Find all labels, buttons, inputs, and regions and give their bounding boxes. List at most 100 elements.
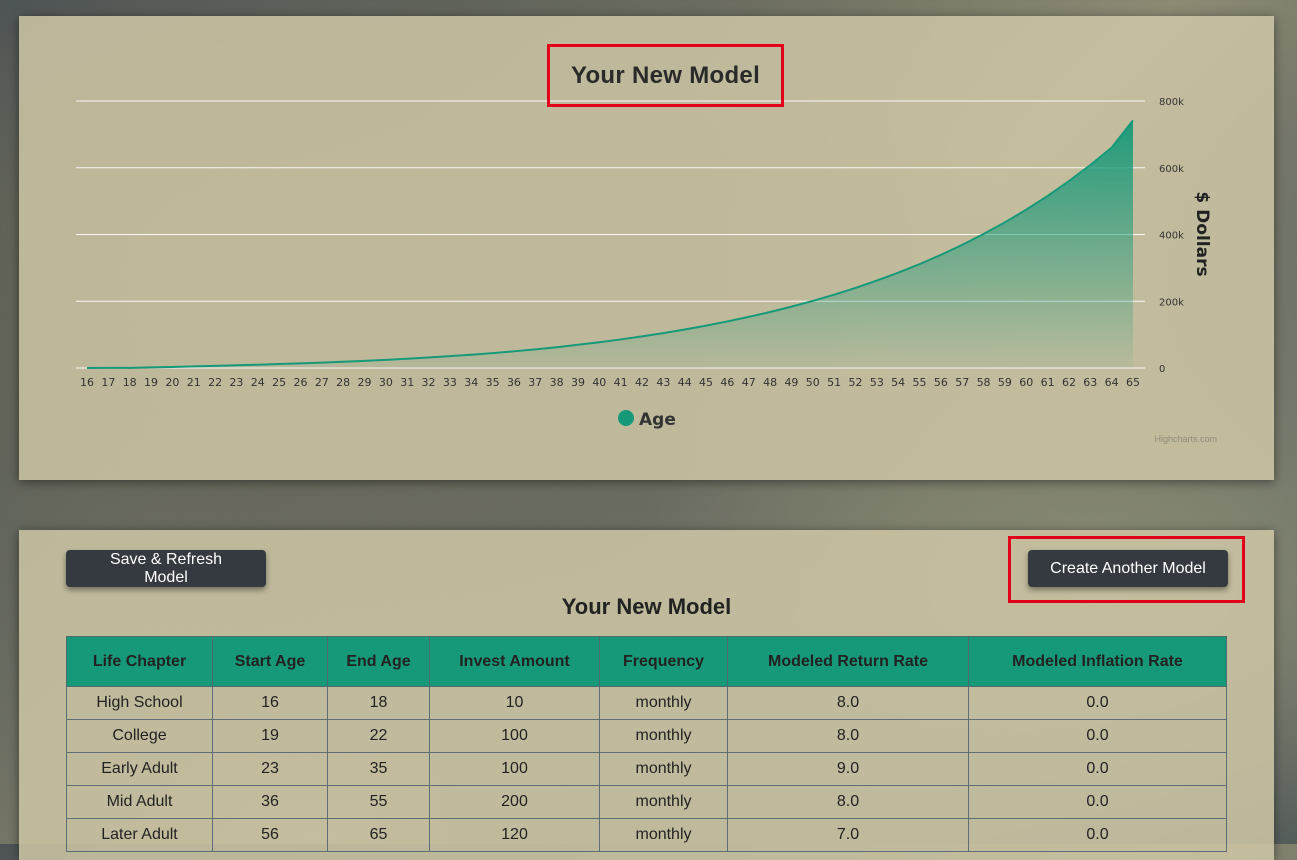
x-tick-label: 58 xyxy=(977,376,991,389)
data-point[interactable] xyxy=(188,360,200,372)
x-tick-label: 31 xyxy=(400,376,414,389)
data-point[interactable] xyxy=(551,341,563,353)
data-point[interactable] xyxy=(508,345,520,357)
data-point[interactable] xyxy=(230,359,242,371)
x-tick-label: 24 xyxy=(251,376,265,389)
data-point[interactable] xyxy=(978,228,990,240)
data-point[interactable] xyxy=(572,339,584,351)
data-point[interactable] xyxy=(1020,204,1032,216)
cell-invest-amount: 100 xyxy=(429,752,600,786)
x-tick-label: 60 xyxy=(1019,376,1033,389)
data-point[interactable] xyxy=(935,249,947,261)
x-tick-label: 57 xyxy=(955,376,969,389)
cell-return-rate: 9.0 xyxy=(727,752,969,786)
cell-return-rate: 8.0 xyxy=(727,686,969,720)
y-axis-title: $ Dollars xyxy=(1192,191,1212,276)
data-point[interactable] xyxy=(1106,142,1118,154)
x-tick-label: 28 xyxy=(336,376,350,389)
data-point[interactable] xyxy=(401,353,413,365)
data-point[interactable] xyxy=(657,327,669,339)
data-point[interactable] xyxy=(1042,190,1054,202)
data-point[interactable] xyxy=(593,336,605,348)
data-point[interactable] xyxy=(636,330,648,342)
save-refresh-model-button[interactable]: Save & Refresh Model xyxy=(66,550,266,587)
data-point[interactable] xyxy=(700,320,712,332)
cell-life-chapter: Early Adult xyxy=(66,752,213,786)
data-point[interactable] xyxy=(764,306,776,318)
data-point[interactable] xyxy=(807,295,819,307)
cell-inflation-rate: 0.0 xyxy=(968,686,1227,720)
cell-end-age: 35 xyxy=(327,752,430,786)
data-point[interactable] xyxy=(166,361,178,373)
cell-life-chapter: College xyxy=(66,719,213,753)
y-tick-label: 200k xyxy=(1159,297,1184,308)
header-life-chapter: Life Chapter xyxy=(66,636,213,687)
cell-return-rate: 7.0 xyxy=(727,818,969,852)
legend-item-age[interactable]: Age xyxy=(618,410,676,430)
cell-invest-amount: 100 xyxy=(429,719,600,753)
header-return-rate: Modeled Return Rate xyxy=(727,636,969,687)
data-point[interactable] xyxy=(1127,114,1139,126)
data-point[interactable] xyxy=(316,357,328,369)
data-point[interactable] xyxy=(124,362,136,374)
data-point[interactable] xyxy=(273,358,285,370)
cell-life-chapter: High School xyxy=(66,686,213,720)
data-point[interactable] xyxy=(529,343,541,355)
data-point[interactable] xyxy=(337,356,349,368)
data-point[interactable] xyxy=(871,275,883,287)
data-point[interactable] xyxy=(102,362,114,374)
x-tick-label: 62 xyxy=(1062,376,1076,389)
data-point[interactable] xyxy=(487,347,499,359)
x-tick-label: 47 xyxy=(742,376,756,389)
data-point[interactable] xyxy=(209,360,221,372)
data-point[interactable] xyxy=(423,352,435,364)
data-point[interactable] xyxy=(294,357,306,369)
data-point[interactable] xyxy=(81,362,93,374)
cell-frequency: monthly xyxy=(599,818,728,852)
data-point[interactable] xyxy=(999,216,1011,228)
data-point[interactable] xyxy=(828,289,840,301)
x-tick-label: 50 xyxy=(806,376,820,389)
data-point[interactable] xyxy=(1084,159,1096,171)
x-tick-label: 32 xyxy=(422,376,436,389)
data-point[interactable] xyxy=(892,267,904,279)
create-another-model-button[interactable]: Create Another Model xyxy=(1028,550,1228,587)
data-point[interactable] xyxy=(1063,175,1075,187)
x-tick-label: 22 xyxy=(208,376,222,389)
data-point[interactable] xyxy=(914,258,926,270)
cell-inflation-rate: 0.0 xyxy=(968,752,1227,786)
x-tick-label: 56 xyxy=(934,376,948,389)
data-point[interactable] xyxy=(956,239,968,251)
data-point[interactable] xyxy=(615,333,627,345)
data-point[interactable] xyxy=(721,315,733,327)
data-point[interactable] xyxy=(465,349,477,361)
header-frequency: Frequency xyxy=(599,636,728,687)
table-row: Later Adult 56 65 120 monthly 7.0 0.0 xyxy=(66,818,1227,852)
x-tick-label: 43 xyxy=(656,376,670,389)
data-point[interactable] xyxy=(849,282,861,294)
x-tick-label: 17 xyxy=(101,376,115,389)
x-tick-label: 54 xyxy=(891,376,905,389)
cell-invest-amount: 10 xyxy=(429,686,600,720)
cell-end-age: 18 xyxy=(327,686,430,720)
data-point[interactable] xyxy=(679,324,691,336)
data-point[interactable] xyxy=(252,359,264,371)
table-row: College 19 22 100 monthly 8.0 0.0 xyxy=(66,719,1227,753)
header-invest-amount: Invest Amount xyxy=(429,636,600,687)
data-point[interactable] xyxy=(743,311,755,323)
data-point[interactable] xyxy=(145,361,157,373)
y-tick-label: 400k xyxy=(1159,231,1184,242)
data-point[interactable] xyxy=(359,355,371,367)
highcharts-credits[interactable]: Highcharts.com xyxy=(1154,434,1217,444)
table-header-row: Life Chapter Start Age End Age Invest Am… xyxy=(66,636,1227,687)
header-start-age: Start Age xyxy=(212,636,328,687)
table-row: Mid Adult 36 55 200 monthly 8.0 0.0 xyxy=(66,785,1227,819)
x-tick-label: 23 xyxy=(229,376,243,389)
x-tick-label: 46 xyxy=(720,376,734,389)
x-tick-label: 33 xyxy=(443,376,457,389)
cell-frequency: monthly xyxy=(599,686,728,720)
data-point[interactable] xyxy=(444,350,456,362)
data-point[interactable] xyxy=(380,354,392,366)
x-tick-label: 25 xyxy=(272,376,286,389)
data-point[interactable] xyxy=(785,301,797,313)
